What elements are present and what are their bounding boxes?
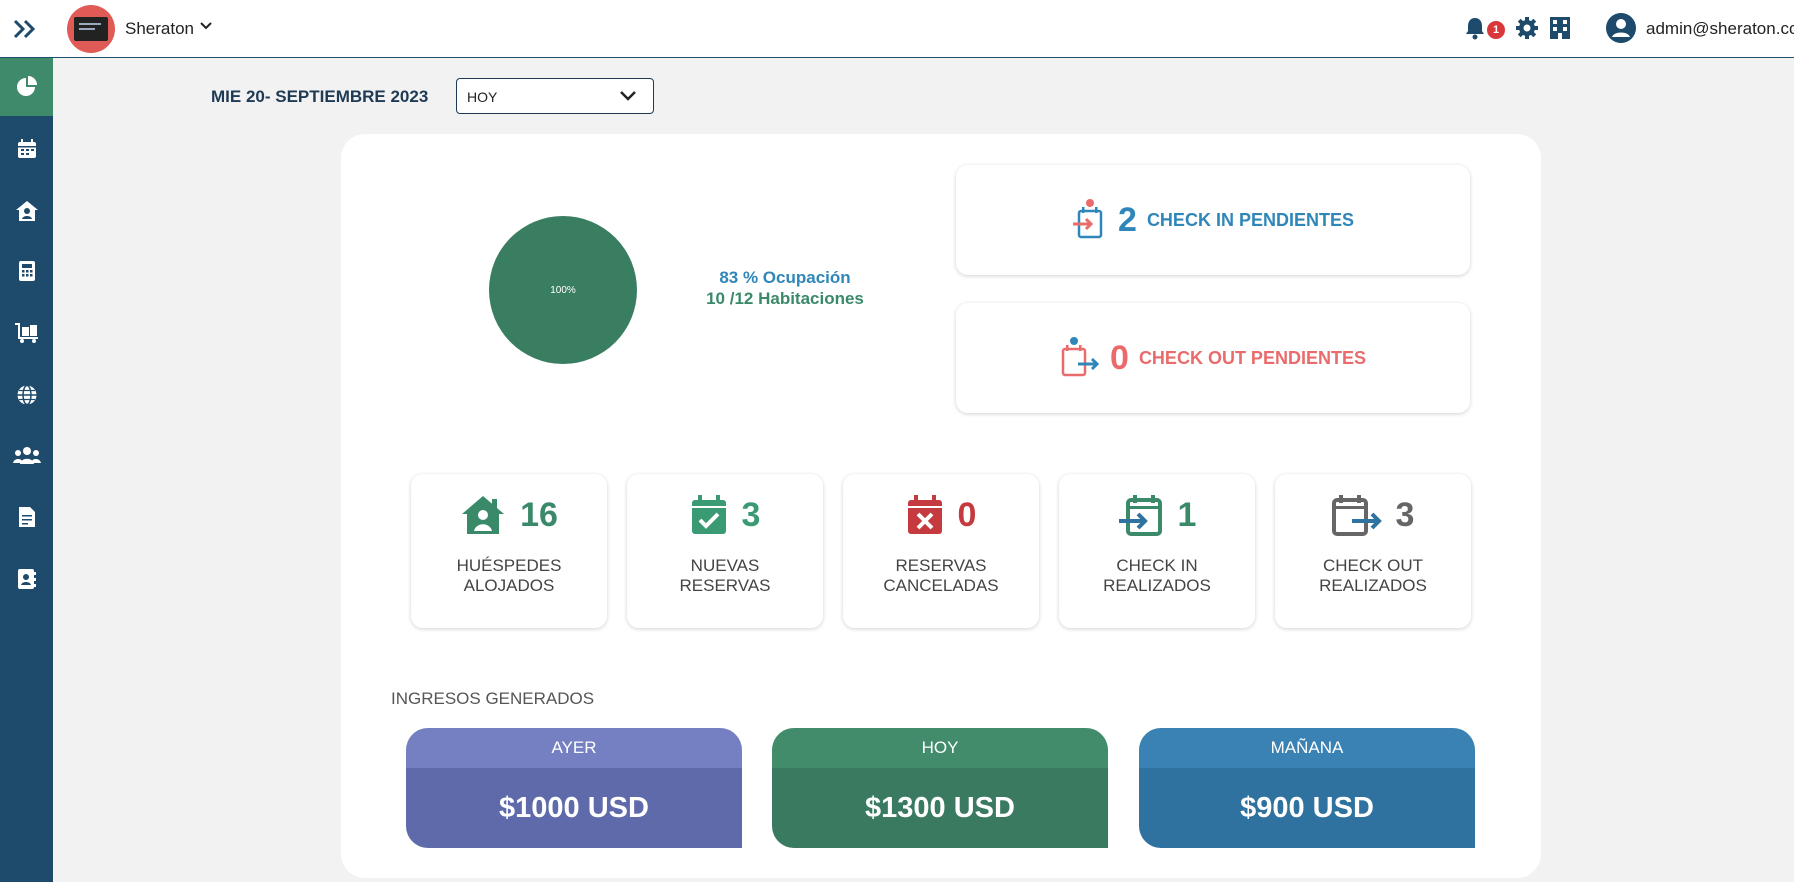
hotel-avatar[interactable] (67, 5, 115, 53)
notification-badge: 1 (1487, 21, 1505, 39)
stat-value: 0 (957, 495, 977, 534)
calendar-icon (17, 139, 36, 158)
hotel-logo-icon (74, 17, 108, 41)
stat-card-new-reservations[interactable]: 3 NUEVAS RESERVAS (627, 474, 823, 628)
income-card-tomorrow[interactable]: MAÑANA $900 USD (1139, 728, 1475, 848)
chevron-down-icon (619, 89, 637, 108)
user-email[interactable]: admin@sheraton.com (1646, 19, 1794, 39)
stat-label: CHECK OUT REALIZADOS (1275, 556, 1471, 596)
stat-label-line1: HUÉSPEDES (456, 556, 562, 575)
stat-label-line2: ALOJADOS (463, 576, 555, 595)
calendar-checkin-icon (1118, 495, 1162, 536)
income-card-label: MAÑANA (1139, 728, 1475, 768)
building-icon (1550, 17, 1570, 39)
sidebar (0, 58, 53, 882)
user-circle-icon (1606, 13, 1636, 43)
stat-card-checkouts-done[interactable]: 3 CHECK OUT REALIZADOS (1275, 474, 1471, 628)
guest-home-icon (15, 201, 38, 221)
sidebar-item-dashboard[interactable] (0, 58, 53, 116)
checkout-pending-label: CHECK OUT PENDIENTES (1138, 347, 1366, 368)
sidebar-item-users[interactable] (0, 426, 53, 484)
stat-label-line2: REALIZADOS (1103, 576, 1211, 595)
checkout-pending-card[interactable]: 0 CHECK OUT PENDIENTES (956, 303, 1470, 413)
income-card-amount: $1300 USD (772, 768, 1108, 848)
stat-label-line1: RESERVAS (895, 556, 987, 575)
income-card-today[interactable]: HOY $1300 USD (772, 728, 1108, 848)
bell-icon (1466, 18, 1484, 40)
double-chevron-right-icon (13, 19, 36, 39)
user-avatar[interactable] (1605, 12, 1637, 49)
period-select-value: HOY (467, 89, 498, 105)
chevron-down-icon[interactable] (199, 19, 213, 38)
stat-label-line2: REALIZADOS (1319, 576, 1427, 595)
guest-home-icon (462, 496, 505, 534)
sidebar-item-guests[interactable] (0, 182, 53, 240)
calendar-checkout-icon (1061, 337, 1100, 377)
current-date: MIE 20- SEPTIEMBRE 2023 (211, 87, 429, 106)
sidebar-item-luggage[interactable] (0, 304, 53, 362)
stat-label-line1: CHECK IN (1116, 556, 1198, 575)
sidebar-item-web[interactable] (0, 366, 53, 424)
income-card-amount: $900 USD (1139, 768, 1475, 848)
expand-sidebar-button[interactable] (8, 12, 42, 46)
stat-label-line2: CANCELADAS (883, 576, 999, 595)
hotel-building-button[interactable] (1546, 14, 1574, 42)
checkin-pending-count: 2 (1118, 200, 1137, 239)
income-card-label: AYER (406, 728, 742, 768)
globe-icon (17, 384, 36, 406)
sidebar-item-calculator[interactable] (0, 242, 53, 300)
stat-card-cancelled-reservations[interactable]: 0 RESERVAS CANCELADAS (843, 474, 1039, 628)
calculator-icon (18, 261, 35, 281)
calendar-check-icon (691, 495, 726, 534)
stat-label-line1: NUEVAS (690, 556, 760, 575)
sidebar-item-calendar[interactable] (0, 120, 53, 178)
calendar-cancel-icon (907, 495, 942, 534)
stat-label: CHECK IN REALIZADOS (1059, 556, 1255, 596)
income-card-yesterday[interactable]: AYER $1000 USD (406, 728, 742, 848)
stat-card-checkins-done[interactable]: 1 CHECK IN REALIZADOS (1059, 474, 1255, 628)
checkout-pending-count: 0 (1110, 338, 1129, 377)
users-icon (12, 447, 41, 464)
calendar-checkout-icon (1331, 495, 1382, 536)
checkin-pending-label: CHECK IN PENDIENTES (1146, 209, 1354, 230)
contact-book-icon (17, 569, 36, 589)
chart-pie-icon (16, 76, 37, 96)
sidebar-item-contacts[interactable] (0, 550, 53, 608)
stat-label-line1: CHECK OUT (1322, 556, 1424, 575)
stat-value: 3 (1395, 495, 1415, 534)
stat-value: 3 (741, 495, 761, 534)
sidebar-item-documents[interactable] (0, 488, 53, 546)
stat-label: NUEVAS RESERVAS (627, 556, 823, 596)
stat-card-guests[interactable]: 16 HUÉSPEDES ALOJADOS (411, 474, 607, 628)
stat-label: RESERVAS CANCELADAS (843, 556, 1039, 596)
hotel-name[interactable]: Sheraton (125, 19, 194, 39)
stat-label: HUÉSPEDES ALOJADOS (411, 556, 607, 596)
luggage-cart-icon (14, 323, 38, 343)
calendar-checkin-icon (1073, 199, 1103, 239)
document-icon (18, 507, 35, 527)
income-section-title: INGRESOS GENERADOS (391, 689, 595, 708)
stat-value: 16 (520, 495, 558, 534)
pie-percent-label: 100% (550, 285, 576, 296)
notifications-button[interactable] (1461, 14, 1489, 42)
settings-button[interactable] (1513, 14, 1541, 42)
stat-value: 1 (1177, 495, 1197, 534)
top-bar: Sheraton 1 admin@sheraton.co (0, 0, 1794, 58)
income-card-label: HOY (772, 728, 1108, 768)
gear-icon (1516, 17, 1538, 39)
occupancy-rooms-text: 10 /12 Habitaciones (706, 289, 864, 308)
occupancy-percent-text: 83 % Ocupación (719, 268, 851, 287)
stat-label-line2: RESERVAS (679, 576, 771, 595)
period-select[interactable]: HOY (456, 78, 654, 114)
checkin-pending-card[interactable]: 2 CHECK IN PENDIENTES (956, 165, 1470, 275)
income-card-amount: $1000 USD (406, 768, 742, 848)
